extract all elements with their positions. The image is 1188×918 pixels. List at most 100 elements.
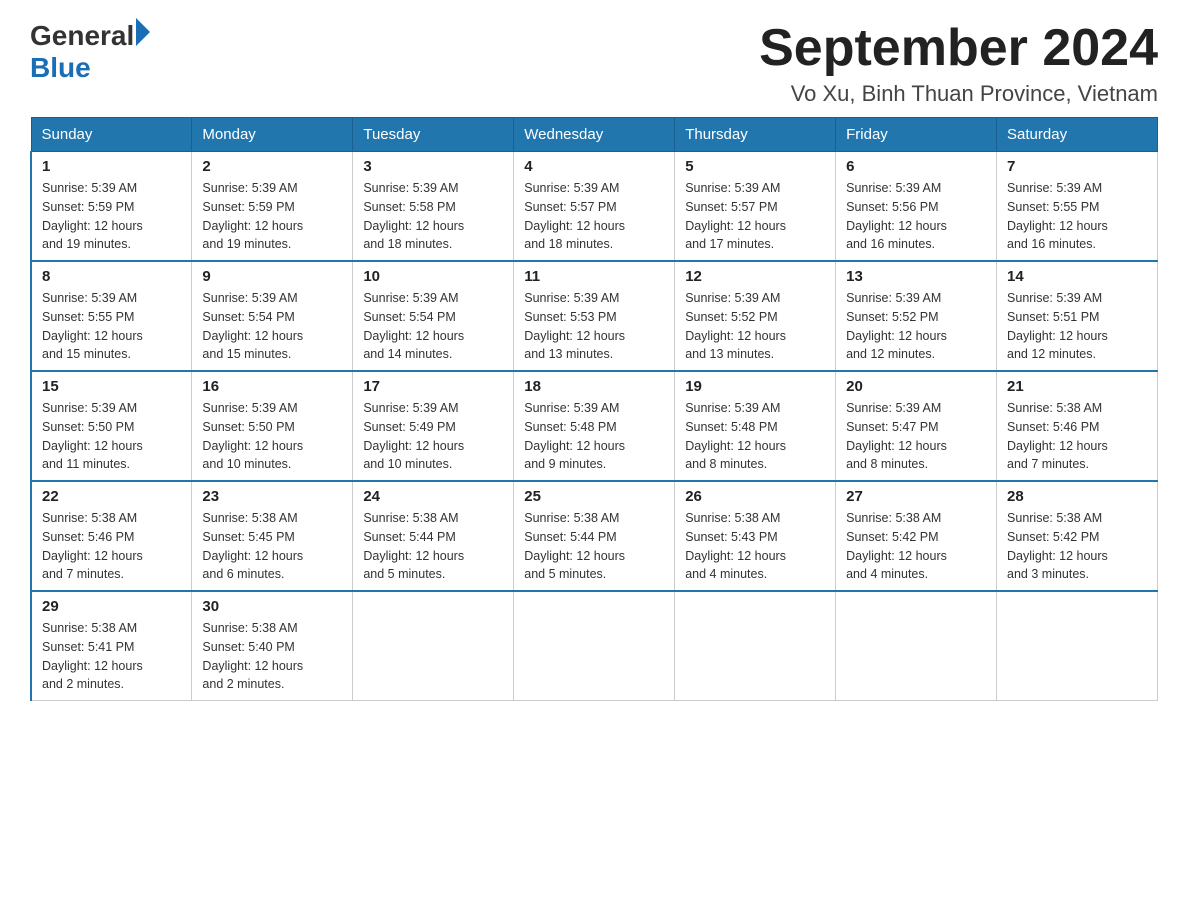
calendar-table: SundayMondayTuesdayWednesdayThursdayFrid… <box>30 117 1158 701</box>
calendar-cell <box>514 591 675 701</box>
day-info: Sunrise: 5:38 AMSunset: 5:41 PMDaylight:… <box>42 619 181 694</box>
day-info: Sunrise: 5:39 AMSunset: 5:54 PMDaylight:… <box>363 289 503 364</box>
day-number: 15 <box>42 378 181 395</box>
calendar-cell: 13Sunrise: 5:39 AMSunset: 5:52 PMDayligh… <box>836 261 997 371</box>
day-number: 26 <box>685 488 825 505</box>
day-info: Sunrise: 5:39 AMSunset: 5:58 PMDaylight:… <box>363 179 503 254</box>
header-day-saturday: Saturday <box>997 118 1158 152</box>
day-info: Sunrise: 5:38 AMSunset: 5:42 PMDaylight:… <box>1007 509 1147 584</box>
calendar-cell: 24 Sunrise: 5:38 AMSunset: 5:44 PMDayligh… <box>353 481 514 591</box>
calendar-cell: 19 Sunrise: 5:39 AMSunset: 5:48 PMDayligh… <box>675 371 836 481</box>
day-info: Sunrise: 5:38 AMSunset: 5:43 PMDaylight:… <box>685 509 825 584</box>
day-number: 5 <box>685 158 825 175</box>
calendar-cell <box>997 591 1158 701</box>
day-number: 3 <box>363 158 503 175</box>
day-number: 10 <box>363 268 503 285</box>
calendar-cell: 16Sunrise: 5:39 AMSunset: 5:50 PMDayligh… <box>192 371 353 481</box>
calendar-cell <box>675 591 836 701</box>
day-info: Sunrise: 5:39 AMSunset: 5:49 PMDaylight:… <box>363 399 503 474</box>
day-number: 6 <box>846 158 986 175</box>
header-day-wednesday: Wednesday <box>514 118 675 152</box>
day-number: 14 <box>1007 268 1147 285</box>
calendar-cell: 15 Sunrise: 5:39 AMSunset: 5:50 PMDayligh… <box>31 371 192 481</box>
header-day-friday: Friday <box>836 118 997 152</box>
title-block: September 2024 Vo Xu, Binh Thuan Provinc… <box>759 20 1158 107</box>
day-number: 16 <box>202 378 342 395</box>
calendar-cell: 22Sunrise: 5:38 AMSunset: 5:46 PMDayligh… <box>31 481 192 591</box>
logo-triangle-icon <box>136 18 150 46</box>
calendar-title: September 2024 <box>759 20 1158 77</box>
calendar-cell: 4 Sunrise: 5:39 AMSunset: 5:57 PMDaylight… <box>514 152 675 262</box>
day-info: Sunrise: 5:38 AMSunset: 5:45 PMDaylight:… <box>202 509 342 584</box>
day-info: Sunrise: 5:39 AMSunset: 5:59 PMDaylight:… <box>42 179 181 254</box>
day-info: Sunrise: 5:38 AMSunset: 5:44 PMDaylight:… <box>363 509 503 584</box>
calendar-cell: 17 Sunrise: 5:39 AMSunset: 5:49 PMDayligh… <box>353 371 514 481</box>
day-info: Sunrise: 5:39 AMSunset: 5:59 PMDaylight:… <box>202 179 342 254</box>
calendar-cell <box>353 591 514 701</box>
day-info: Sunrise: 5:39 AMSunset: 5:56 PMDaylight:… <box>846 179 986 254</box>
day-number: 23 <box>202 488 342 505</box>
calendar-cell: 5 Sunrise: 5:39 AMSunset: 5:57 PMDaylight… <box>675 152 836 262</box>
day-info: Sunrise: 5:39 AMSunset: 5:55 PMDaylight:… <box>42 289 181 364</box>
day-number: 18 <box>524 378 664 395</box>
calendar-cell: 30 Sunrise: 5:38 AMSunset: 5:40 PMDayligh… <box>192 591 353 701</box>
day-number: 17 <box>363 378 503 395</box>
logo: General Blue <box>30 20 150 84</box>
header-day-thursday: Thursday <box>675 118 836 152</box>
day-number: 11 <box>524 268 664 285</box>
day-info: Sunrise: 5:39 AMSunset: 5:54 PMDaylight:… <box>202 289 342 364</box>
day-number: 20 <box>846 378 986 395</box>
day-info: Sunrise: 5:39 AMSunset: 5:52 PMDaylight:… <box>846 289 986 364</box>
day-info: Sunrise: 5:38 AMSunset: 5:46 PMDaylight:… <box>42 509 181 584</box>
day-number: 2 <box>202 158 342 175</box>
calendar-cell: 10 Sunrise: 5:39 AMSunset: 5:54 PMDayligh… <box>353 261 514 371</box>
calendar-cell: 14 Sunrise: 5:39 AMSunset: 5:51 PMDayligh… <box>997 261 1158 371</box>
calendar-cell: 7 Sunrise: 5:39 AMSunset: 5:55 PMDaylight… <box>997 152 1158 262</box>
day-number: 4 <box>524 158 664 175</box>
day-number: 25 <box>524 488 664 505</box>
day-info: Sunrise: 5:38 AMSunset: 5:44 PMDaylight:… <box>524 509 664 584</box>
day-number: 7 <box>1007 158 1147 175</box>
logo-general: General <box>30 20 134 52</box>
calendar-cell: 6 Sunrise: 5:39 AMSunset: 5:56 PMDaylight… <box>836 152 997 262</box>
logo-blue: Blue <box>30 52 150 84</box>
calendar-cell: 28 Sunrise: 5:38 AMSunset: 5:42 PMDayligh… <box>997 481 1158 591</box>
day-info: Sunrise: 5:39 AMSunset: 5:53 PMDaylight:… <box>524 289 664 364</box>
day-info: Sunrise: 5:39 AMSunset: 5:57 PMDaylight:… <box>685 179 825 254</box>
header-day-tuesday: Tuesday <box>353 118 514 152</box>
day-info: Sunrise: 5:39 AMSunset: 5:48 PMDaylight:… <box>524 399 664 474</box>
day-number: 30 <box>202 598 342 615</box>
day-number: 29 <box>42 598 181 615</box>
day-number: 9 <box>202 268 342 285</box>
day-info: Sunrise: 5:39 AMSunset: 5:57 PMDaylight:… <box>524 179 664 254</box>
day-number: 19 <box>685 378 825 395</box>
calendar-week-1: 1 Sunrise: 5:39 AMSunset: 5:59 PMDaylight… <box>31 152 1158 262</box>
day-number: 1 <box>42 158 181 175</box>
day-info: Sunrise: 5:39 AMSunset: 5:51 PMDaylight:… <box>1007 289 1147 364</box>
calendar-cell: 26 Sunrise: 5:38 AMSunset: 5:43 PMDayligh… <box>675 481 836 591</box>
day-info: Sunrise: 5:39 AMSunset: 5:50 PMDaylight:… <box>42 399 181 474</box>
calendar-cell: 20Sunrise: 5:39 AMSunset: 5:47 PMDayligh… <box>836 371 997 481</box>
header-day-sunday: Sunday <box>31 118 192 152</box>
header-row: SundayMondayTuesdayWednesdayThursdayFrid… <box>31 118 1158 152</box>
calendar-cell <box>836 591 997 701</box>
day-info: Sunrise: 5:39 AMSunset: 5:48 PMDaylight:… <box>685 399 825 474</box>
calendar-week-5: 29 Sunrise: 5:38 AMSunset: 5:41 PMDayligh… <box>31 591 1158 701</box>
day-number: 24 <box>363 488 503 505</box>
calendar-cell: 1 Sunrise: 5:39 AMSunset: 5:59 PMDaylight… <box>31 152 192 262</box>
calendar-cell: 27Sunrise: 5:38 AMSunset: 5:42 PMDayligh… <box>836 481 997 591</box>
calendar-week-2: 8Sunrise: 5:39 AMSunset: 5:55 PMDaylight… <box>31 261 1158 371</box>
day-info: Sunrise: 5:39 AMSunset: 5:55 PMDaylight:… <box>1007 179 1147 254</box>
calendar-cell: 21 Sunrise: 5:38 AMSunset: 5:46 PMDayligh… <box>997 371 1158 481</box>
day-number: 21 <box>1007 378 1147 395</box>
day-info: Sunrise: 5:38 AMSunset: 5:40 PMDaylight:… <box>202 619 342 694</box>
day-number: 28 <box>1007 488 1147 505</box>
calendar-cell: 11 Sunrise: 5:39 AMSunset: 5:53 PMDayligh… <box>514 261 675 371</box>
calendar-cell: 18 Sunrise: 5:39 AMSunset: 5:48 PMDayligh… <box>514 371 675 481</box>
calendar-subtitle: Vo Xu, Binh Thuan Province, Vietnam <box>759 81 1158 107</box>
day-info: Sunrise: 5:38 AMSunset: 5:46 PMDaylight:… <box>1007 399 1147 474</box>
calendar-cell: 23 Sunrise: 5:38 AMSunset: 5:45 PMDayligh… <box>192 481 353 591</box>
calendar-cell: 3 Sunrise: 5:39 AMSunset: 5:58 PMDaylight… <box>353 152 514 262</box>
calendar-cell: 9 Sunrise: 5:39 AMSunset: 5:54 PMDaylight… <box>192 261 353 371</box>
day-number: 12 <box>685 268 825 285</box>
